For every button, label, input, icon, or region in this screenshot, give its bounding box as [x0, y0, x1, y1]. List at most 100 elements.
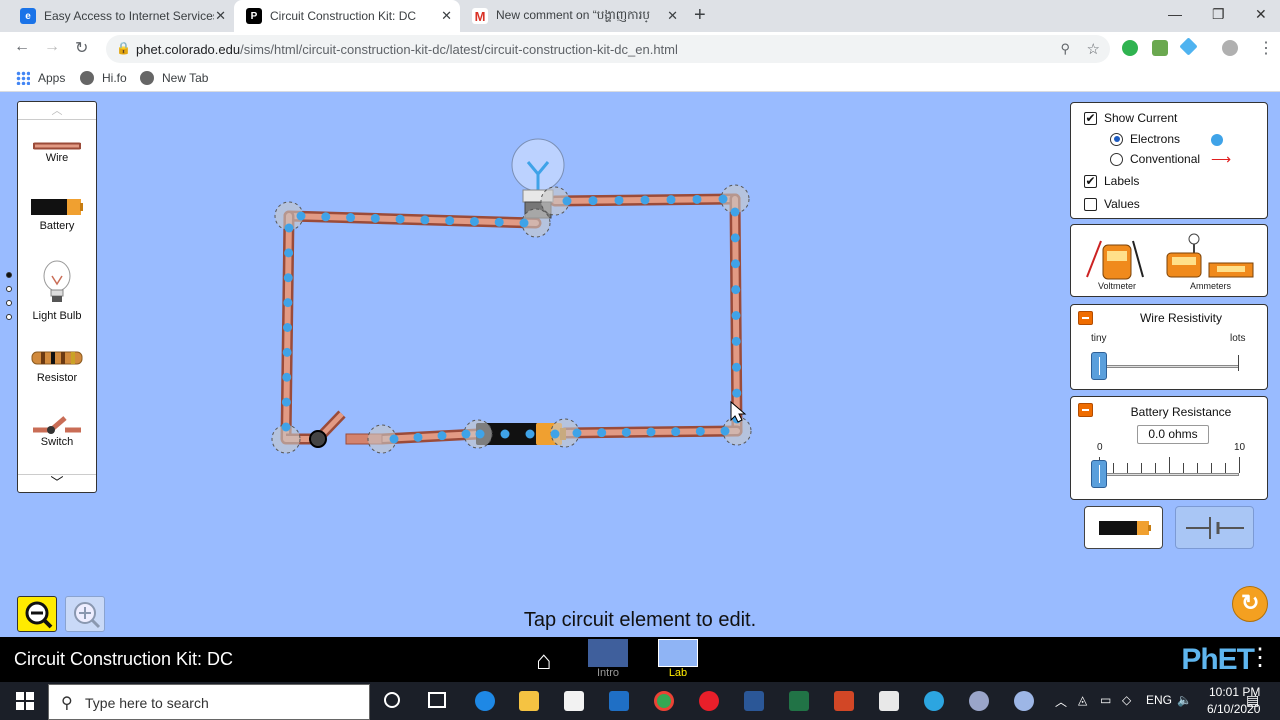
extension-icon[interactable]: [1152, 40, 1168, 56]
battery-resistance-slider-track[interactable]: [1099, 473, 1239, 476]
phet-menu-icon[interactable]: ⋮: [1248, 643, 1272, 672]
carousel-page-dots: [6, 272, 12, 328]
reset-all-button[interactable]: ↻: [1232, 586, 1268, 622]
schematic-view-button[interactable]: [1175, 506, 1254, 549]
network-icon[interactable]: ◬: [1078, 693, 1087, 707]
edge-icon[interactable]: [475, 691, 495, 711]
electron: [395, 214, 405, 224]
volume-icon[interactable]: 🔈: [1177, 693, 1192, 707]
home-icon[interactable]: ⌂: [536, 645, 552, 676]
lang-label[interactable]: ENG: [1146, 693, 1172, 707]
toolbox-label: Light Bulb: [32, 310, 82, 322]
bookmark-new-tab[interactable]: New Tab: [140, 71, 208, 85]
battery-tray-icon[interactable]: ▭: [1100, 693, 1111, 707]
conventional-label: Conventional: [1130, 152, 1201, 166]
page-dot[interactable]: [6, 300, 12, 306]
tray-chevron-icon[interactable]: ︿: [1055, 693, 1067, 710]
switch[interactable]: [286, 410, 383, 448]
new-tab-button[interactable]: +: [694, 4, 706, 27]
bookmark-hifo[interactable]: Hi.fo: [80, 71, 127, 85]
tab-gmail-comment[interactable]: M New comment on “បង្ហាញការប្ ✕: [460, 0, 686, 32]
sensor-toolbox: Voltmeter Ammeters: [1070, 224, 1268, 297]
task-view-icon[interactable]: [428, 692, 446, 708]
browser-toolbar: ← → ↻ 🔒 phet.colorado.edu/sims/html/circ…: [0, 32, 1280, 66]
profile-avatar[interactable]: [1222, 40, 1238, 56]
cortana-icon[interactable]: [384, 692, 400, 708]
app-icon[interactable]: [969, 691, 989, 711]
app-icon[interactable]: [1014, 691, 1034, 711]
star-icon[interactable]: ☆: [1087, 40, 1100, 58]
electron: [732, 362, 741, 372]
ammeter-tool[interactable]: [1163, 231, 1259, 281]
taskbar-search-input[interactable]: ⚲ Type here to search: [48, 684, 370, 720]
radio-selected-icon: [1110, 132, 1123, 146]
slider-tick: [1169, 457, 1170, 473]
battery-resistance-slider-thumb[interactable]: [1091, 460, 1107, 488]
lifelike-view-button[interactable]: [1084, 506, 1163, 549]
close-tab-icon[interactable]: ✕: [441, 8, 452, 24]
carousel-up-button[interactable]: ︿: [18, 102, 96, 120]
word-icon[interactable]: [744, 691, 764, 711]
extension-check-icon[interactable]: [1122, 40, 1138, 56]
toolbox-light-bulb[interactable]: Light Bulb: [18, 260, 96, 322]
tab-circuit-kit[interactable]: P Circuit Construction Kit: DC ✕: [234, 0, 460, 32]
electron: [413, 432, 423, 442]
electrons-radio[interactable]: Electrons: [1110, 132, 1180, 146]
globe-icon: [80, 71, 94, 85]
switch-icon: [33, 416, 81, 434]
toolbox-wire[interactable]: Wire: [18, 140, 96, 164]
restore-icon[interactable]: ❐: [1212, 6, 1225, 23]
sim-title: Circuit Construction Kit: DC: [14, 649, 234, 669]
extension-diamond-icon[interactable]: [1179, 37, 1198, 56]
telegram-icon[interactable]: [924, 691, 944, 711]
conventional-radio[interactable]: Conventional: [1110, 152, 1200, 166]
display-options-panel: ✔ Show Current Electrons Conventional ⟶ …: [1070, 102, 1268, 219]
battery-resistance-panel: Battery Resistance 0.0 ohms 0 10: [1070, 396, 1268, 500]
page-dot[interactable]: [6, 314, 12, 320]
notifications-icon[interactable]: ▤: [1246, 692, 1259, 709]
toolbox-resistor[interactable]: Resistor: [18, 350, 96, 384]
page-dot[interactable]: [6, 286, 12, 292]
close-window-icon[interactable]: ✕: [1255, 6, 1267, 23]
app-icon[interactable]: [879, 691, 899, 711]
dropbox-icon[interactable]: ◇: [1122, 693, 1131, 707]
voltmeter-tool[interactable]: [1083, 235, 1144, 283]
vysor-icon[interactable]: [609, 691, 629, 711]
windows-start-icon[interactable]: [16, 692, 34, 710]
electron: [494, 217, 504, 227]
close-tab-icon[interactable]: ✕: [667, 8, 678, 24]
toolbox-label: Wire: [45, 152, 69, 164]
resistivity-slider-track[interactable]: [1099, 365, 1239, 368]
back-icon[interactable]: ←: [14, 38, 30, 56]
page-dot[interactable]: [6, 272, 12, 278]
menu-icon[interactable]: ⋮: [1258, 38, 1274, 58]
screen-intro-button[interactable]: Intro: [586, 639, 630, 679]
minimize-icon[interactable]: —: [1168, 6, 1182, 22]
zoom-icon[interactable]: ⚲: [1060, 41, 1070, 57]
electron: [525, 429, 535, 439]
opera-icon[interactable]: [699, 691, 719, 711]
screen-lab-button[interactable]: Lab: [656, 639, 700, 679]
forward-icon[interactable]: →: [44, 38, 60, 56]
toolbox-switch[interactable]: Switch: [18, 412, 96, 448]
resistivity-slider-thumb[interactable]: [1091, 352, 1107, 380]
address-bar[interactable]: 🔒 phet.colorado.edu/sims/html/circuit-co…: [106, 35, 1110, 63]
electron: [346, 213, 356, 223]
tab-easy-access[interactable]: e Easy Access to Internet Services ✕: [8, 0, 234, 32]
excel-icon[interactable]: [789, 691, 809, 711]
store-icon[interactable]: [564, 691, 584, 711]
chrome-icon[interactable]: [654, 691, 674, 711]
electron: [731, 285, 741, 295]
bookmark-apps[interactable]: Apps: [16, 71, 65, 85]
electron: [437, 431, 447, 441]
close-tab-icon[interactable]: ✕: [215, 8, 226, 24]
labels-checkbox[interactable]: ✔ Labels: [1084, 174, 1139, 188]
powerpoint-icon[interactable]: [834, 691, 854, 711]
file-explorer-icon[interactable]: [519, 691, 539, 711]
reload-icon[interactable]: ↻: [75, 38, 88, 58]
values-checkbox[interactable]: Values: [1084, 197, 1140, 211]
show-current-checkbox[interactable]: ✔ Show Current: [1084, 111, 1177, 125]
toolbox-battery[interactable]: Battery: [18, 198, 96, 232]
slider-tick: [1239, 457, 1240, 473]
carousel-down-button[interactable]: ﹀: [18, 474, 96, 492]
